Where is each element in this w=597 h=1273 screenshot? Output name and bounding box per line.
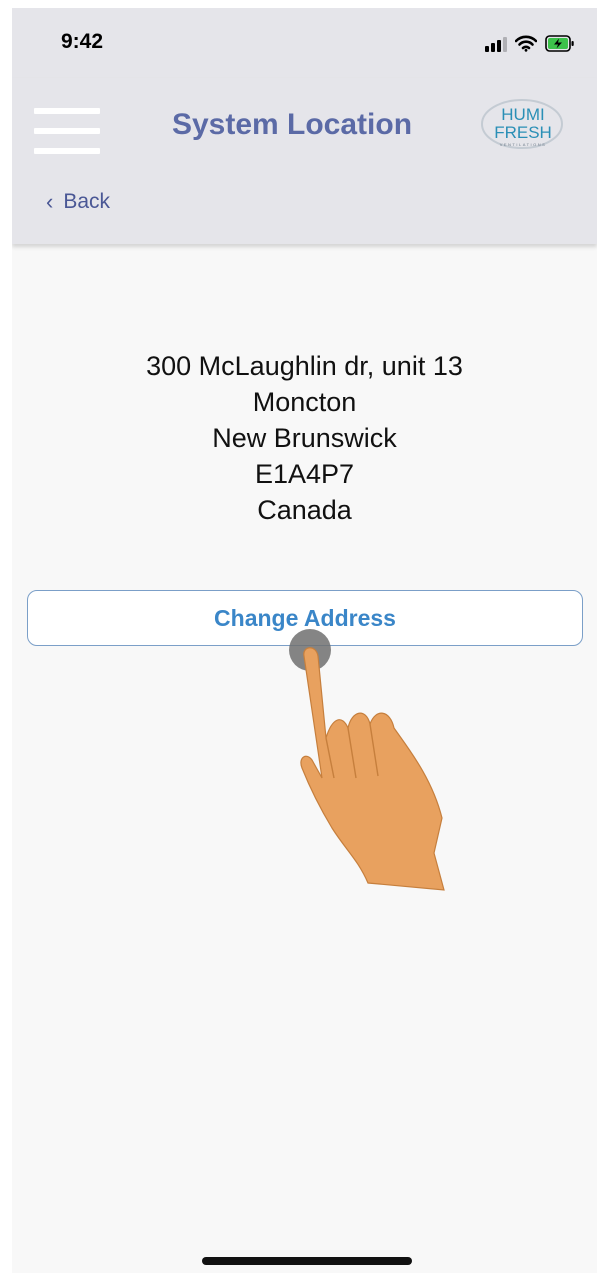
logo-tagline: VENTILATIONS: [500, 142, 547, 147]
status-icons: [485, 32, 575, 52]
page-title: System Location: [171, 108, 413, 141]
address-country: Canada: [257, 495, 352, 525]
back-button[interactable]: ‹ Back: [46, 190, 110, 214]
address-street: 300 McLaughlin dr, unit 13: [146, 351, 463, 381]
hamburger-menu-icon[interactable]: [34, 108, 100, 154]
back-label: Back: [63, 190, 111, 213]
humifresh-logo: HUMI FRESH VENTILATIONS: [470, 94, 570, 154]
wifi-icon: [515, 35, 537, 52]
app-screen: 9:42 System Location HUMI FRESH VENTILAT…: [12, 8, 597, 1273]
address-block: 300 McLaughlin dr, unit 13 Moncton New B…: [12, 348, 597, 528]
tap-hand-icon: [282, 628, 452, 898]
logo-line2: FRESH: [494, 123, 552, 142]
home-indicator[interactable]: [202, 1257, 412, 1265]
logo-line1: HUMI: [501, 105, 544, 124]
navigation-bar: System Location HUMI FRESH VENTILATIONS …: [12, 78, 597, 244]
address-province: New Brunswick: [212, 423, 397, 453]
chevron-left-icon: ‹: [46, 189, 54, 214]
status-bar: 9:42: [12, 8, 597, 78]
status-time: 9:42: [61, 30, 104, 53]
signal-icon: [485, 36, 507, 52]
address-postal-code: E1A4P7: [254, 459, 355, 489]
battery-charging-icon: [545, 35, 575, 52]
address-city: Moncton: [252, 387, 357, 417]
